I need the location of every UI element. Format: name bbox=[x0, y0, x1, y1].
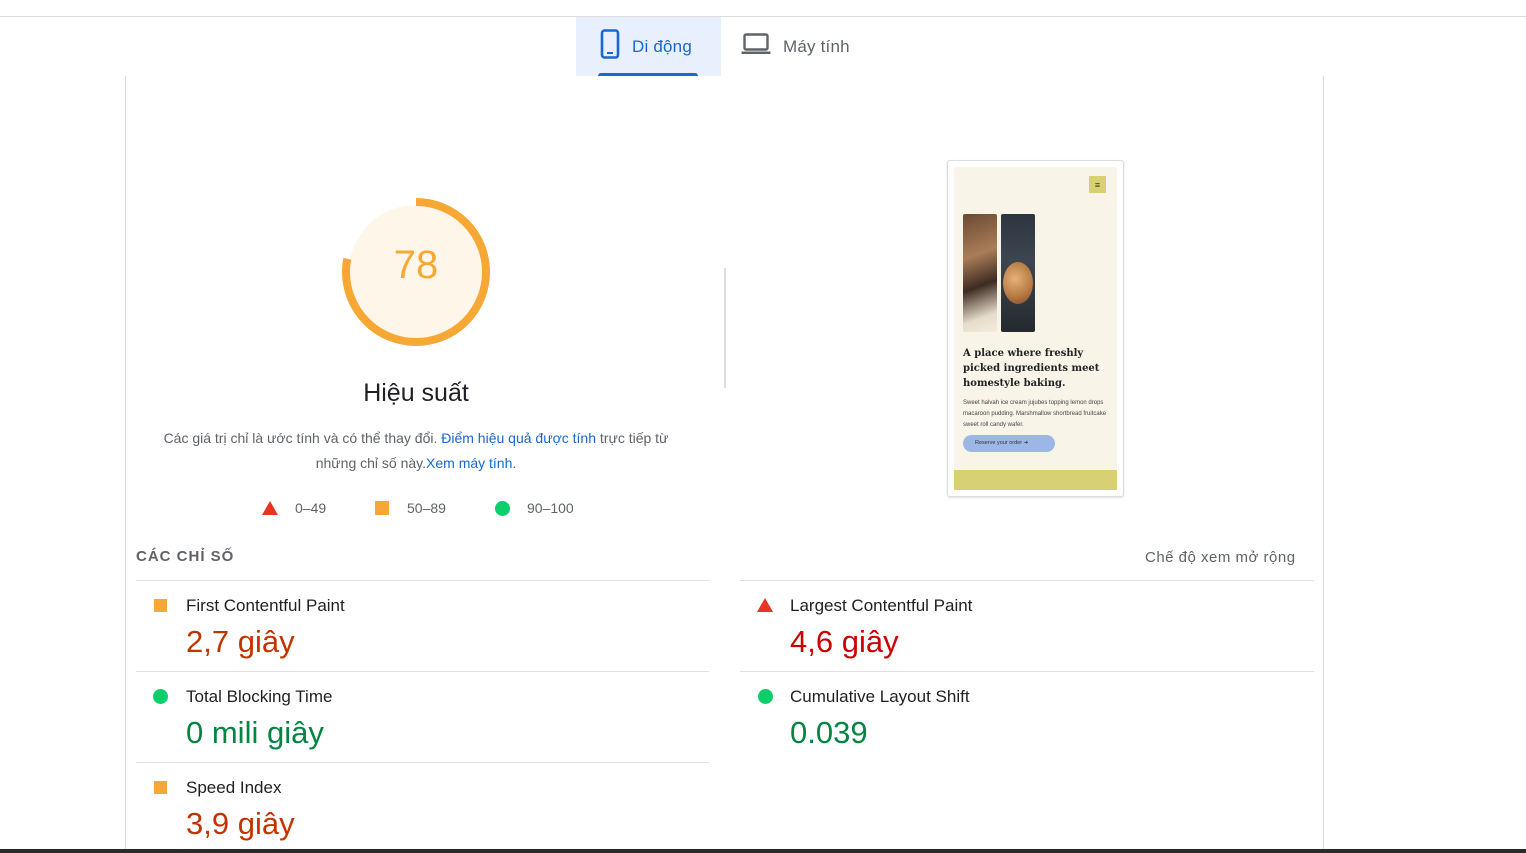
performance-score: 78 bbox=[393, 243, 439, 287]
score-calculation-link[interactable]: Điểm hiệu quả được tính bbox=[441, 430, 596, 446]
metric-si-value: 3,9 giây bbox=[186, 806, 295, 841]
metrics-divider bbox=[136, 580, 709, 581]
green-circle-icon bbox=[758, 689, 773, 704]
metric-lcp-value: 4,6 giây bbox=[790, 624, 899, 659]
bread-loaf-shape bbox=[1003, 262, 1033, 304]
preview-body-text: Sweet halvah ice cream jujubes topping l… bbox=[963, 400, 1107, 428]
bottom-edge-bar bbox=[0, 849, 1526, 853]
orange-square-icon bbox=[375, 501, 389, 515]
preview-headline: A place where freshly picked ingredients… bbox=[963, 348, 1100, 389]
legend-fail-label: 0–49 bbox=[295, 500, 327, 516]
red-triangle-icon bbox=[262, 501, 278, 515]
metric-lcp-name: Largest Contentful Paint bbox=[790, 596, 973, 615]
score-description: Các giá trị chỉ là ước tính và có thể th… bbox=[160, 426, 672, 476]
smartphone-icon bbox=[600, 29, 620, 64]
metric-si-name: Speed Index bbox=[186, 778, 282, 797]
active-tab-indicator bbox=[598, 73, 698, 76]
metric-fcp-name: First Contentful Paint bbox=[186, 596, 345, 615]
legend-average: 50–89 bbox=[375, 500, 446, 516]
metric-cls-value: 0.039 bbox=[790, 715, 868, 750]
red-triangle-icon bbox=[757, 598, 773, 612]
metrics-divider bbox=[136, 762, 709, 763]
metric-tbt-value: 0 mili giây bbox=[186, 715, 324, 750]
tab-mobile[interactable]: Di động bbox=[576, 17, 721, 76]
legend-pass: 90–100 bbox=[495, 500, 574, 516]
preview-screen: ≡ A place where freshly picked ingredien… bbox=[954, 167, 1117, 490]
description-text: Các giá trị chỉ là ước tính và có thể th… bbox=[163, 430, 442, 446]
preview-image-hands-dough bbox=[963, 214, 997, 332]
metric-fcp-value: 2,7 giây bbox=[186, 624, 295, 659]
tab-desktop[interactable]: Máy tính bbox=[721, 17, 871, 76]
performance-title: Hiệu suất bbox=[363, 379, 469, 407]
laptop-icon bbox=[741, 33, 771, 60]
view-calculator-link[interactable]: Xem máy tính. bbox=[426, 455, 516, 471]
metric-tbt-name: Total Blocking Time bbox=[186, 687, 333, 706]
section-divider bbox=[724, 268, 726, 388]
preview-reserve-button: Reserve your order ➜ bbox=[963, 435, 1055, 452]
legend-average-label: 50–89 bbox=[407, 500, 446, 516]
expanded-view-toggle[interactable]: Chế độ xem mở rộng bbox=[1145, 549, 1296, 566]
metric-cls-name: Cumulative Layout Shift bbox=[790, 687, 970, 706]
page-screenshot-thumbnail: ≡ A place where freshly picked ingredien… bbox=[947, 160, 1124, 497]
green-circle-icon bbox=[495, 500, 510, 516]
preview-footer bbox=[954, 470, 1117, 490]
tab-mobile-label: Di động bbox=[632, 36, 692, 56]
metrics-heading: CÁC CHỈ SỐ bbox=[136, 548, 235, 565]
metrics-divider bbox=[740, 580, 1314, 581]
orange-square-icon bbox=[154, 781, 167, 794]
tab-desktop-label: Máy tính bbox=[783, 36, 850, 56]
report-frame-right-border bbox=[1323, 76, 1324, 853]
legend-fail: 0–49 bbox=[262, 500, 326, 516]
menu-icon: ≡ bbox=[1089, 176, 1106, 193]
metrics-divider bbox=[136, 671, 709, 672]
green-circle-icon bbox=[153, 689, 168, 704]
report-frame-left-border bbox=[125, 76, 126, 853]
metrics-divider bbox=[740, 671, 1314, 672]
legend-pass-label: 90–100 bbox=[527, 500, 574, 516]
orange-square-icon bbox=[154, 599, 167, 612]
